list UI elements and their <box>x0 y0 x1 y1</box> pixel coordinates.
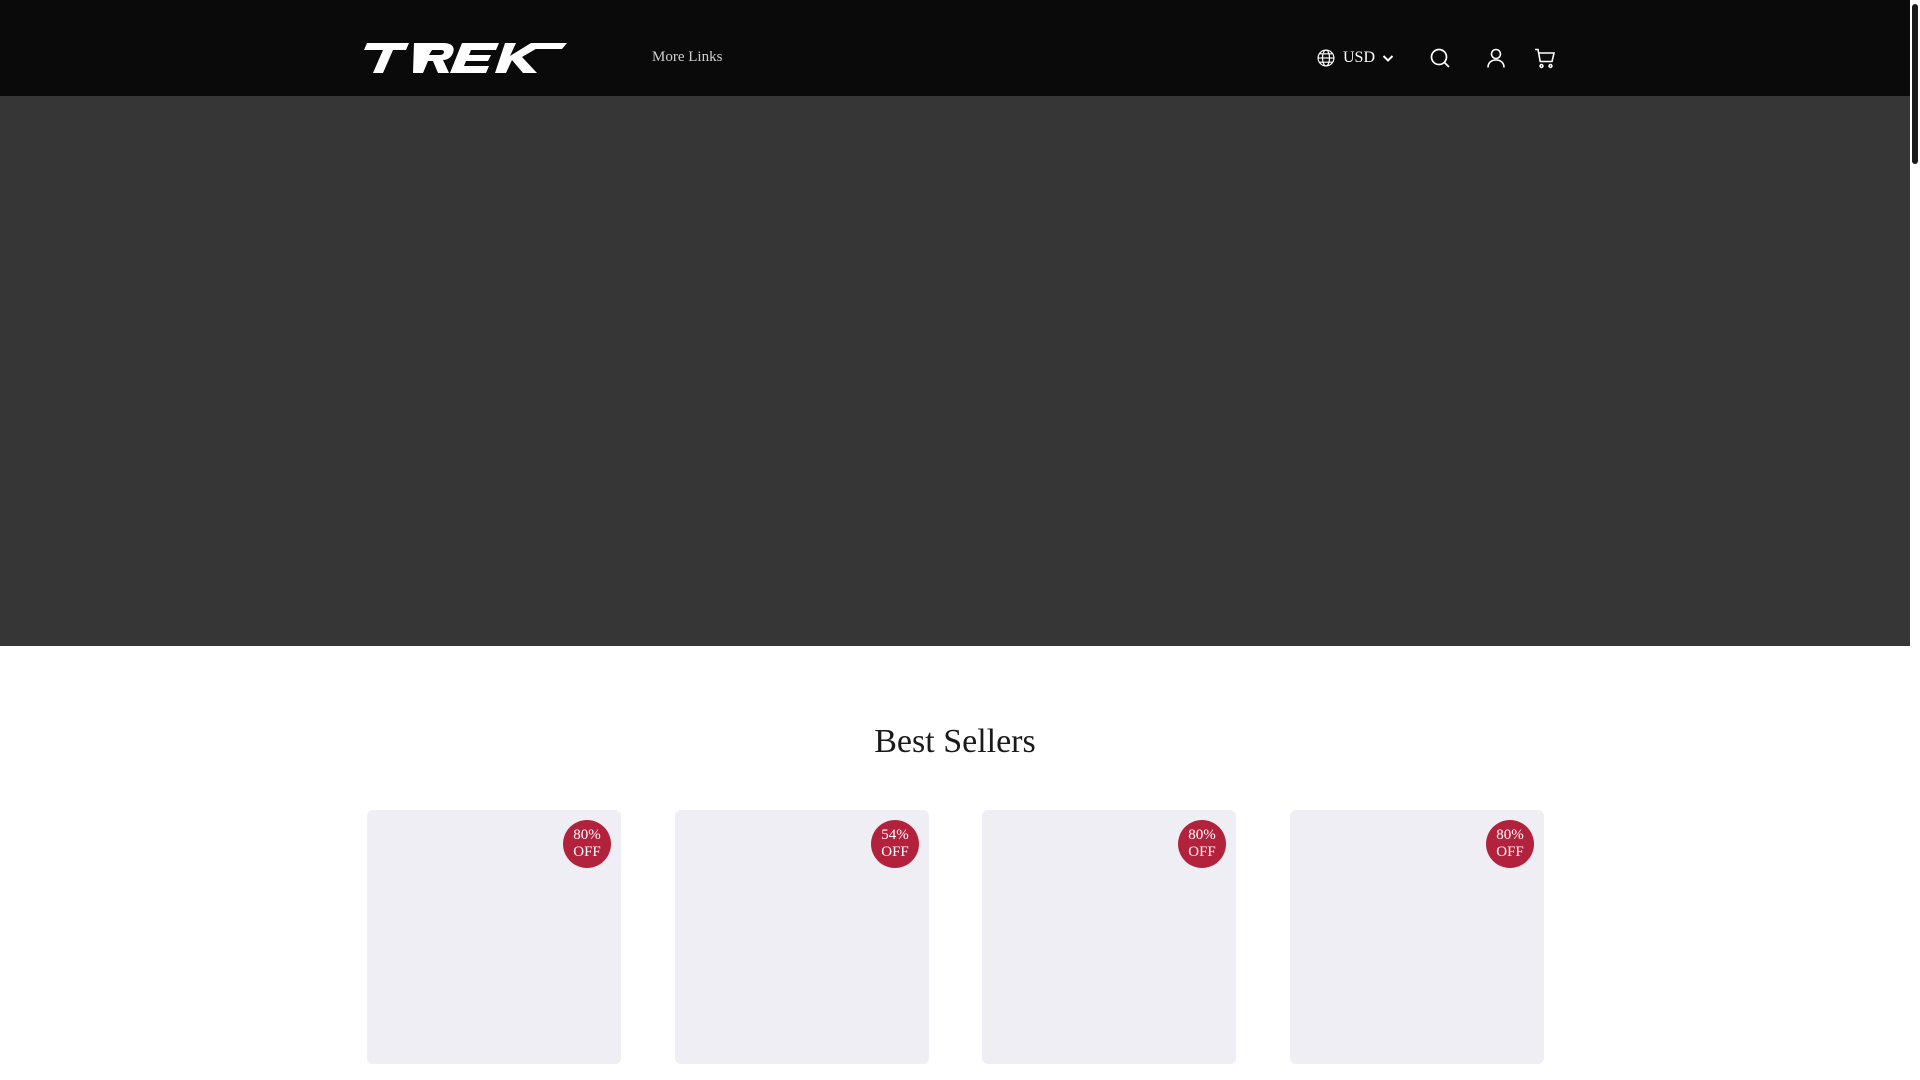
globe-icon <box>1317 49 1335 67</box>
user-icon <box>1487 48 1505 68</box>
discount-badge: 54% OFF <box>871 820 919 868</box>
trek-logo[interactable] <box>359 43 567 73</box>
discount-suffix: OFF <box>881 844 909 860</box>
hero-banner <box>0 96 1910 646</box>
discount-percent: 80% <box>573 827 601 843</box>
discount-percent: 80% <box>1188 827 1216 843</box>
discount-suffix: OFF <box>573 844 601 860</box>
account-button[interactable] <box>1484 46 1508 70</box>
cart-button[interactable] <box>1533 46 1557 70</box>
search-button[interactable] <box>1428 46 1452 70</box>
chevron-down-icon <box>1382 55 1394 62</box>
currency-selector[interactable]: USD <box>1316 46 1395 70</box>
trek-logo-mark <box>364 43 567 73</box>
site-header: More Links USD <box>0 0 1910 96</box>
product-card[interactable]: 80% OFF <box>367 810 621 1064</box>
nav-more-links[interactable]: More Links <box>652 47 722 67</box>
discount-badge: 80% OFF <box>1486 820 1534 868</box>
discount-suffix: OFF <box>1188 844 1216 860</box>
search-icon <box>1430 48 1450 68</box>
product-card[interactable]: 54% OFF <box>675 810 929 1064</box>
product-card[interactable]: 80% OFF <box>1290 810 1544 1064</box>
best-sellers-title: Best Sellers <box>874 723 1036 760</box>
discount-percent: 54% <box>881 827 909 843</box>
discount-badge: 80% OFF <box>563 820 611 868</box>
discount-suffix: OFF <box>1496 844 1524 860</box>
scrollbar-thumb[interactable] <box>1912 4 1918 164</box>
discount-percent: 80% <box>1496 827 1524 843</box>
discount-badge: 80% OFF <box>1178 820 1226 868</box>
page-scrollbar[interactable] <box>1910 0 1920 1080</box>
currency-code: USD <box>1343 49 1376 66</box>
cart-icon <box>1535 48 1556 69</box>
product-card[interactable]: 80% OFF <box>982 810 1236 1064</box>
page: More Links USD Best Sellers 80% OFF 54% … <box>0 0 1920 1080</box>
